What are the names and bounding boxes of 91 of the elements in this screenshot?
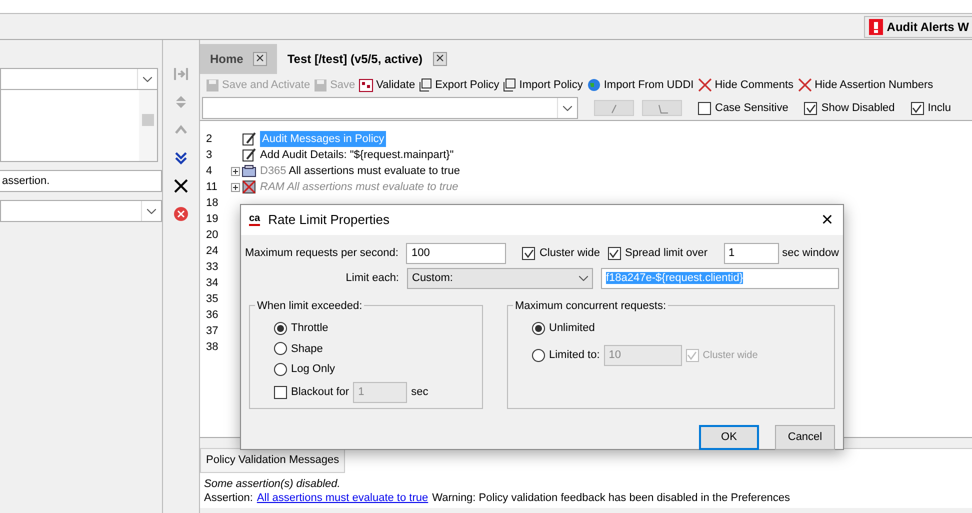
line-number: 3 — [205, 148, 214, 163]
line-number: 4 — [205, 164, 214, 179]
field-label: Limit each: — [344, 271, 399, 286]
message-text: Some assertion(s) disabled. — [204, 476, 342, 490]
editor-tab[interactable]: Home — [200, 44, 278, 74]
check-icon — [687, 350, 698, 360]
folder-icon — [242, 165, 256, 177]
toolbar-button[interactable]: Export Policy — [417, 74, 502, 96]
globe-icon — [586, 78, 601, 92]
line-number: 33 — [205, 260, 220, 275]
crossed-folder-icon — [242, 180, 256, 194]
check-icon — [806, 104, 816, 112]
list-box[interactable] — [0, 90, 158, 162]
crossed-icon — [698, 78, 712, 92]
notepad-icon — [242, 148, 256, 162]
search-field[interactable] — [202, 97, 578, 119]
find-next-button[interactable] — [594, 100, 634, 116]
radio-button[interactable]: Limited to: — [532, 346, 600, 364]
radio-button[interactable]: Throttle — [274, 320, 474, 336]
toolbar-button[interactable]: Hide Comments — [696, 74, 796, 96]
line-number: 38 — [205, 340, 220, 355]
messages-tab[interactable]: Policy Validation Messages — [200, 449, 346, 472]
toolbar-button[interactable]: Hide Assertion Numbers — [796, 74, 936, 96]
dialog-button[interactable]: Cancel — [775, 425, 835, 450]
checkbox[interactable]: Case Sensitive — [698, 100, 788, 116]
close-icon[interactable] — [253, 52, 268, 66]
line-number: 24 — [205, 244, 220, 259]
expand-icon — [231, 166, 240, 176]
close-button[interactable]: × — [819, 209, 835, 231]
check-icon — [912, 104, 922, 112]
assertion-link[interactable]: All assertions must evaluate to true — [256, 490, 428, 504]
line-number: 36 — [205, 308, 220, 323]
updown-icon — [174, 95, 188, 109]
delete-icon — [174, 179, 188, 193]
check-icon — [609, 249, 620, 258]
toolbar-button[interactable]: Validate — [357, 74, 418, 96]
dropdown-field[interactable] — [0, 68, 158, 90]
alert-icon — [868, 18, 883, 34]
notepad-icon — [242, 132, 256, 146]
input-field[interactable]: 100 — [406, 243, 506, 264]
checkbox[interactable]: Spread limit over — [608, 245, 708, 262]
close-icon[interactable] — [432, 52, 447, 66]
radio-button[interactable]: Shape — [274, 340, 474, 357]
checkbox[interactable]: Cluster wide — [522, 245, 600, 262]
caret-icon — [579, 276, 588, 281]
find-previous-button[interactable] — [642, 100, 682, 116]
toolbar-button[interactable]: Import Policy — [501, 74, 585, 96]
double-down-icon — [174, 151, 188, 165]
dropdown-field[interactable]: Custom: — [407, 268, 593, 289]
checkbox[interactable]: Inclu — [910, 100, 951, 116]
dialog-button[interactable]: OK — [699, 425, 759, 450]
floppy-icon — [206, 78, 219, 92]
tree-item[interactable]: Add Audit Details: "${request.mainpart}" — [260, 146, 454, 164]
line-number: 20 — [205, 228, 220, 243]
grid-icon — [359, 78, 374, 92]
group-title: Maximum concurrent requests: — [513, 298, 668, 314]
warning-text: Warning: Policy validation feedback has been disabled in the Preferences — [432, 490, 790, 504]
dropdown-field[interactable] — [0, 200, 162, 222]
stop-icon — [173, 206, 189, 222]
radio-button[interactable]: Log Only — [274, 361, 474, 378]
line-number: 18 — [205, 196, 220, 211]
caret-icon — [143, 76, 152, 82]
line-number: 19 — [205, 212, 220, 227]
audit-alerts-button[interactable]: Audit Alerts W — [864, 16, 972, 38]
checkbox[interactable]: Blackout for — [274, 384, 350, 400]
line-number: 37 — [205, 324, 220, 339]
checkbox[interactable]: Show Disabled — [804, 100, 895, 116]
line-number: 11 — [205, 180, 218, 195]
input-field[interactable]: 1 — [724, 243, 779, 264]
expand-icon — [231, 182, 240, 192]
radio-button[interactable]: Unlimited — [532, 320, 826, 336]
caret-icon — [147, 208, 156, 214]
document-icon — [503, 78, 516, 92]
toolbar-button[interactable]: Import From UDDI — [584, 74, 696, 96]
crossed-icon — [798, 78, 812, 92]
line-number: 34 — [205, 276, 220, 291]
unit-label: sec — [411, 384, 428, 400]
collapse-icon — [174, 67, 188, 81]
floppy-icon — [314, 78, 328, 92]
dialog-title: Rate Limit Properties — [268, 211, 391, 230]
check-icon — [524, 249, 534, 258]
field-label: Maximum requests per second: — [245, 246, 398, 262]
document-icon — [419, 78, 432, 92]
tree-item[interactable]: D365 All assertions must evaluate to true — [260, 162, 460, 180]
description-text: assertion. — [2, 175, 50, 187]
line-number: 35 — [205, 292, 220, 307]
slash-icon — [610, 104, 618, 114]
line-number: 2 — [205, 132, 214, 147]
message-label: Assertion: — [204, 490, 253, 504]
caret-icon — [563, 106, 572, 110]
unit-label: sec window — [782, 246, 839, 262]
